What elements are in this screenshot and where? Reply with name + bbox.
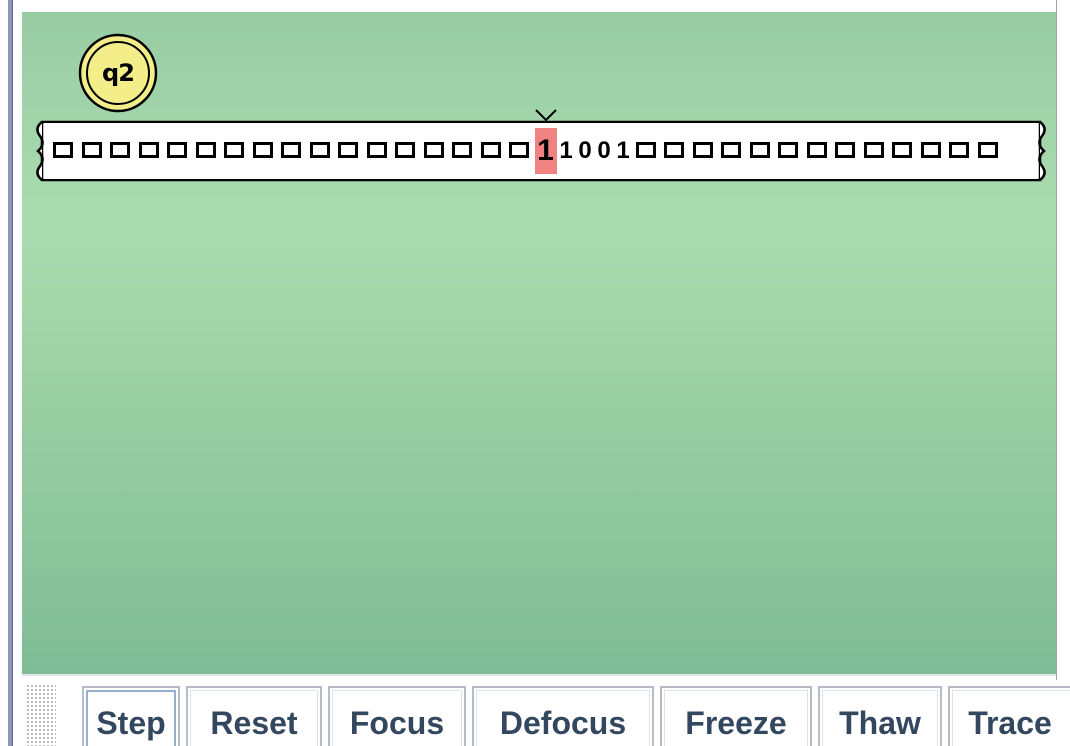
tape-symbol-cell: 0: [597, 137, 611, 164]
tape-blank-cell: [946, 128, 975, 174]
tape-blank-cell: [775, 128, 804, 174]
focus-button-label: Focus: [349, 705, 445, 741]
tape-blank-cell: [832, 128, 861, 174]
tape-blank-cell: [861, 128, 890, 174]
tape-blank-cell: [164, 128, 193, 174]
tape-blank-cell: [107, 128, 136, 174]
tape-blank-cell: [718, 128, 747, 174]
tape-blank-cell: [633, 128, 662, 174]
tape-blank-cell: [335, 128, 364, 174]
tape-blank-cell: [918, 128, 947, 174]
tape-blank-cell: [975, 128, 1004, 174]
defocus-button[interactable]: Defocus: [472, 686, 654, 746]
tape-blank-cell: [392, 128, 421, 174]
reset-button-label: Reset: [210, 705, 298, 741]
tape-blank-cell: [221, 128, 250, 174]
tape-blank-cell: [690, 128, 719, 174]
tape-blank-cell: [506, 128, 535, 174]
freeze-button-label: Freeze: [685, 705, 787, 741]
canvas-right-border: [1056, 0, 1057, 680]
tape-cells: 11001: [50, 128, 1032, 174]
tape-blank-cell: [747, 128, 776, 174]
tape-symbol-cell: 0: [578, 137, 592, 164]
simulation-canvas[interactable]: q2 11001: [22, 12, 1056, 676]
tape-blank-cell: [661, 128, 690, 174]
tape: 11001: [36, 109, 1046, 182]
tape-blank-cell: [364, 128, 393, 174]
window-left-border-shadow: [12, 0, 13, 746]
tape-blank-cell: [804, 128, 833, 174]
reset-button[interactable]: Reset: [186, 686, 322, 746]
tape-blank-cell: [50, 128, 79, 174]
trace-button-label: Trace: [968, 705, 1052, 741]
step-button-label: Step: [96, 705, 166, 741]
focus-button[interactable]: Focus: [328, 686, 466, 746]
tape-blank-cell: [307, 128, 336, 174]
trace-button[interactable]: Trace: [948, 686, 1070, 746]
tape-blank-cell: [478, 128, 507, 174]
tape-blank-cell: [79, 128, 108, 174]
tape-blank-cell: [193, 128, 222, 174]
tape-blank-cell: [421, 128, 450, 174]
tape-blank-cell: [449, 128, 478, 174]
tape-head-caret-icon: [534, 109, 557, 122]
state-node[interactable]: q2: [78, 33, 158, 113]
thaw-button-label: Thaw: [839, 705, 921, 741]
tape-symbol-cell: 1: [616, 137, 630, 164]
step-button[interactable]: Step: [82, 686, 180, 746]
defocus-button-label: Defocus: [499, 705, 627, 741]
tape-blank-cell: [136, 128, 165, 174]
freeze-button[interactable]: Freeze: [660, 686, 812, 746]
tape-symbol-cell: 1: [559, 137, 573, 164]
tape-blank-cell: [250, 128, 279, 174]
tape-blank-cell: [889, 128, 918, 174]
toolbar-grip-handle[interactable]: [26, 684, 56, 746]
tape-blank-cell: [278, 128, 307, 174]
state-label: q2: [102, 59, 135, 87]
thaw-button[interactable]: Thaw: [818, 686, 942, 746]
tape-head-cell: 1: [534, 128, 557, 174]
simulator-window: q2 11001 Step Reset Focus Defocus Freeze…: [0, 0, 1070, 746]
control-bar: Step Reset Focus Defocus Freeze Thaw Tra…: [22, 680, 1070, 746]
